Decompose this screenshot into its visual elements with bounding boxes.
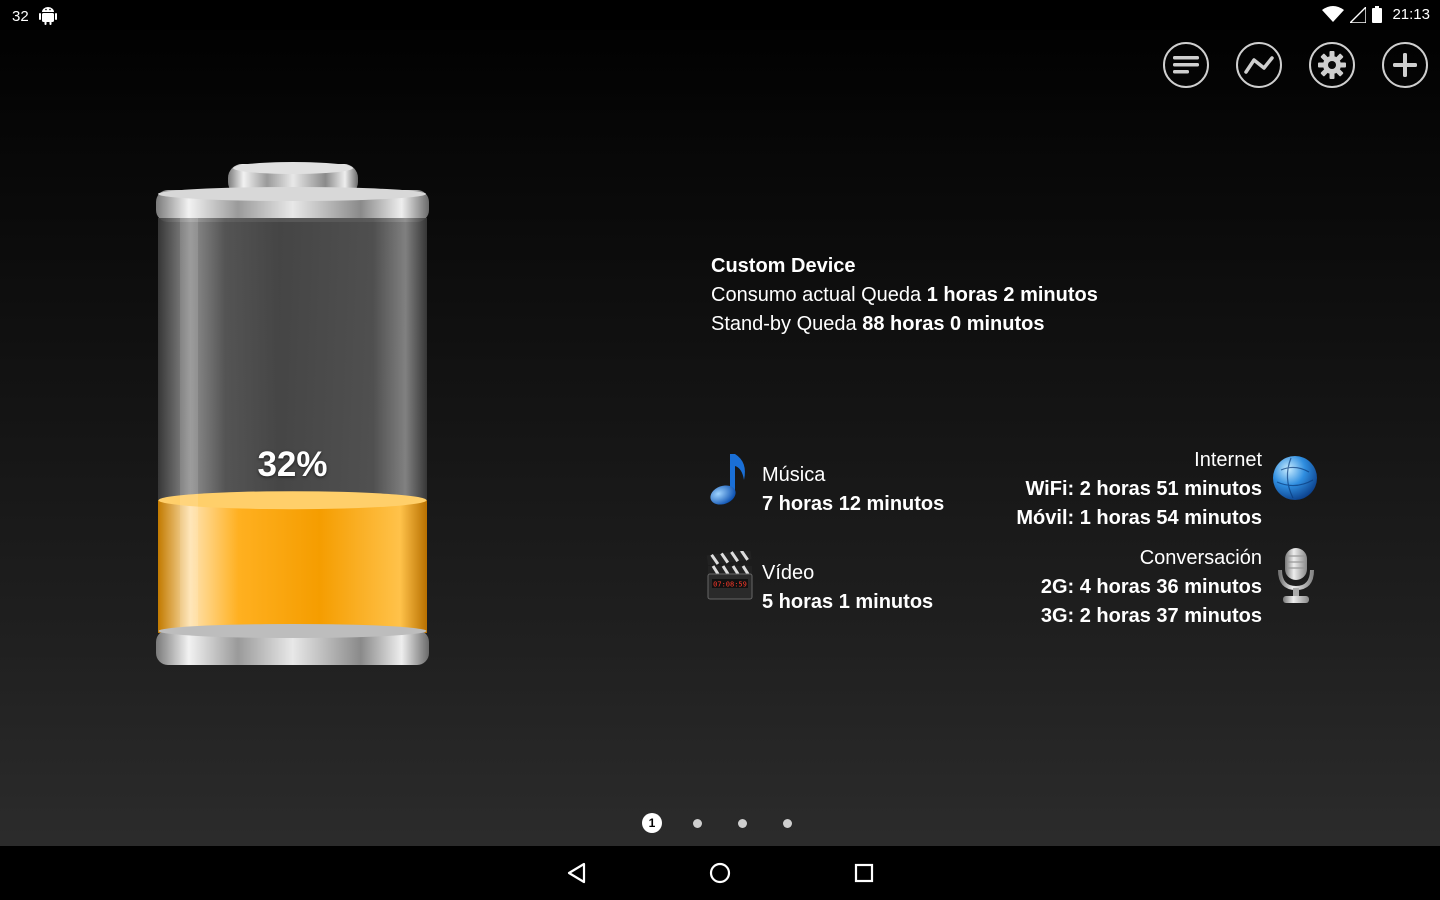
internet-mobile-value: Móvil: 1 horas 54 minutos [1016,507,1262,529]
device-info: Custom Device Consumo actual Queda 1 hor… [711,252,1098,339]
clock-time: 21:13 [1392,6,1430,23]
internet-usage: Internet WiFi: 2 horas 51 minutos Móvil:… [962,446,1262,533]
standby-value: 88 horas 0 minutos [862,313,1045,335]
add-icon[interactable] [1382,42,1428,88]
talk-3g-value: 3G: 2 horas 37 minutos [1040,605,1262,627]
video-usage: Vídeo 5 horas 1 minutos [762,559,933,617]
back-icon[interactable] [564,860,590,886]
clapperboard-icon: 07:08:59 [705,549,753,606]
settings-gear-icon[interactable] [1309,42,1355,88]
current-consumption-value: 1 horas 2 minutos [926,284,1098,306]
internet-label: Internet [1194,449,1262,471]
internet-wifi-value: WiFi: 2 horas 51 minutos [1025,478,1262,500]
talk-label: Conversación [1139,547,1262,569]
video-clock-text: 07:08:59 [713,581,747,589]
battery-graphic [150,158,435,673]
home-icon[interactable] [707,860,733,886]
wifi-icon [1322,6,1345,23]
list-icon[interactable] [1163,42,1209,88]
globe-icon [1271,454,1319,507]
microphone-icon [1276,546,1316,611]
music-usage: Música 7 horas 12 minutos [762,461,944,519]
android-icon [38,6,57,26]
music-value: 7 horas 12 minutos [762,493,945,515]
page-dot-active[interactable]: 1 [642,813,662,833]
recents-icon[interactable] [851,860,877,886]
signal-icon [1350,6,1367,23]
music-note-icon [708,452,750,511]
status-bar: 32 21:13 [0,0,1440,30]
notification-count: 32 [12,7,29,25]
video-label: Vídeo [762,562,815,584]
current-consumption-row: Consumo actual Queda 1 horas 2 minutos [711,281,1098,310]
navigation-bar [0,846,1440,900]
video-value: 5 horas 1 minutos [762,591,934,613]
toolbar [1163,42,1428,88]
page-dot[interactable] [783,819,792,828]
page-dot[interactable] [693,819,702,828]
page-indicator: 1 [642,813,802,833]
standby-row: Stand-by Queda 88 horas 0 minutos [711,310,1098,339]
talk-2g-value: 2G: 4 horas 36 minutos [1040,576,1262,598]
current-consumption-label: Consumo actual Queda [711,284,922,306]
battery-icon [1372,6,1383,23]
talk-usage: Conversación 2G: 4 horas 36 minutos 3G: … [962,544,1262,631]
battery-percentage: 32% [257,445,328,484]
music-label: Música [762,464,826,486]
graph-icon[interactable] [1236,42,1282,88]
device-name: Custom Device [711,255,856,277]
standby-label: Stand-by Queda [711,313,857,335]
page-dot[interactable] [738,819,747,828]
